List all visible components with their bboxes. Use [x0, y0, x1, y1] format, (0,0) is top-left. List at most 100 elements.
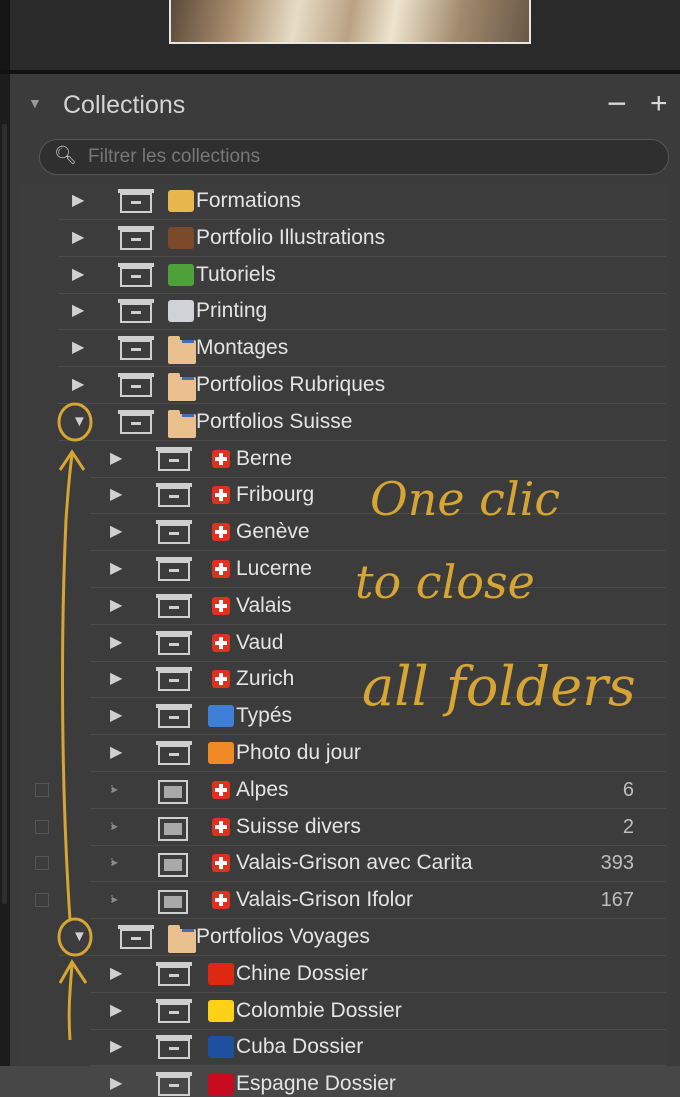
collapsed-disclosure-icon[interactable]: ▶ — [110, 596, 122, 616]
collection-label: Portfolios Voyages — [196, 925, 370, 948]
collection-set-row[interactable]: ▶ Cuba Dossier — [0, 1029, 680, 1066]
swiss-flag-icon — [212, 560, 230, 578]
target-checkbox[interactable] — [35, 783, 49, 797]
collection-set-row[interactable]: ▶ Portfolio Illustrations — [0, 220, 680, 257]
collection-set-row[interactable]: ▶ Valais — [0, 588, 680, 625]
collapsed-disclosure-icon[interactable]: ▶ — [110, 706, 122, 726]
remove-collection-button[interactable]: − — [607, 84, 627, 124]
collection-set-icon — [156, 667, 192, 691]
swiss-flag-icon — [212, 597, 230, 615]
collapsed-disclosure-icon[interactable]: ▶ — [110, 1074, 122, 1094]
collection-label: Alpes — [236, 778, 289, 801]
collapsed-disclosure-icon[interactable]: ▶ — [72, 265, 84, 285]
search-icon[interactable]: 🔍︎ — [54, 145, 77, 166]
collection-set-icon — [156, 594, 192, 618]
collections-header[interactable]: ▼ Collections − + — [10, 82, 680, 130]
target-checkbox[interactable] — [35, 893, 49, 907]
collapsed-disclosure-icon[interactable]: ▶ — [72, 301, 84, 321]
collapsed-disclosure-icon[interactable]: ▶ — [110, 559, 122, 579]
collection-set-row[interactable]: ▼ Portfolios Voyages — [0, 919, 680, 956]
collection-set-row[interactable]: ▶ Berne — [0, 441, 680, 478]
collection-set-row[interactable]: ▶ Formations — [0, 183, 680, 220]
collection-set-row[interactable]: ▶ Fribourg — [0, 477, 680, 514]
collection-set-row[interactable]: ▶ Portfolios Rubriques — [0, 367, 680, 404]
collection-label: Tutoriels — [196, 263, 276, 286]
collapsed-disclosure-icon[interactable]: ▶ — [72, 191, 84, 211]
add-collection-button[interactable]: + — [650, 84, 668, 124]
printer-icon — [168, 300, 194, 322]
smart-indicator-icon: ⁝▸ — [110, 819, 118, 833]
collection-label: Printing — [196, 299, 268, 322]
collection-label: Espagne Dossier — [236, 1072, 396, 1095]
collection-set-row[interactable]: ▶ Photo du jour — [0, 735, 680, 772]
swiss-flag-icon — [212, 634, 230, 652]
collection-set-row[interactable]: ▶ Genève — [0, 514, 680, 551]
collection-set-row[interactable]: ▶ Printing — [0, 293, 680, 330]
photo-count: 167 — [600, 889, 634, 911]
expanded-disclosure-icon[interactable]: ▼ — [72, 927, 87, 947]
collection-set-icon — [118, 189, 154, 213]
preview-thumbnail[interactable] — [169, 0, 531, 44]
collection-set-icon — [118, 226, 154, 250]
collection-set-row[interactable]: ▶ Zurich — [0, 661, 680, 698]
collection-set-icon — [118, 263, 154, 287]
panel-title: Collections — [63, 91, 186, 119]
collection-set-icon — [156, 447, 192, 471]
collapse-panel-icon[interactable]: ▼ — [28, 95, 42, 111]
collection-set-row[interactable]: ▶ Tutoriels — [0, 257, 680, 294]
collection-set-row[interactable]: ▶ Vaud — [0, 625, 680, 662]
preview-strip — [0, 0, 680, 70]
smart-collection-row[interactable]: ⁝▸ Valais-Grison avec Carita 393 — [0, 845, 680, 882]
collapsed-disclosure-icon[interactable]: ▶ — [110, 1037, 122, 1057]
collection-label: Colombie Dossier — [236, 999, 402, 1022]
collection-set-icon — [156, 962, 192, 986]
collection-set-icon — [118, 336, 154, 360]
smart-collection-row[interactable]: ⁝▸ Suisse divers 2 — [0, 809, 680, 846]
collection-set-icon — [118, 410, 154, 434]
swiss-flag-icon — [212, 450, 230, 468]
collection-set-row[interactable]: ▶ Colombie Dossier — [0, 993, 680, 1030]
collapsed-disclosure-icon[interactable]: ▶ — [72, 375, 84, 395]
collapsed-disclosure-icon[interactable]: ▶ — [110, 485, 122, 505]
collection-label: Valais — [236, 594, 292, 617]
expanded-disclosure-icon[interactable]: ▼ — [72, 412, 87, 432]
collection-set-row[interactable]: ▼ Portfolios Suisse — [0, 404, 680, 441]
collection-label: Cuba Dossier — [236, 1035, 364, 1058]
collection-set-icon — [156, 520, 192, 544]
collection-label: Vaud — [236, 631, 284, 654]
collection-set-icon — [156, 999, 192, 1023]
collection-label: Chine Dossier — [236, 962, 368, 985]
filter-collections-input[interactable] — [88, 144, 648, 170]
collection-set-row[interactable]: ▶ Lucerne — [0, 551, 680, 588]
collapsed-disclosure-icon[interactable]: ▶ — [110, 743, 122, 763]
collection-set-row[interactable]: ▶ Espagne Dossier — [0, 1066, 680, 1097]
swiss-flag-icon — [212, 523, 230, 541]
collection-label: Portfolios Rubriques — [196, 373, 386, 396]
target-checkbox[interactable] — [35, 820, 49, 834]
collection-set-icon — [156, 483, 192, 507]
collapsed-disclosure-icon[interactable]: ▶ — [110, 964, 122, 984]
collection-label: Valais-Grison Ifolor — [236, 888, 414, 911]
folder-icon — [168, 410, 196, 438]
photo-count: 393 — [600, 852, 634, 874]
collection-set-row[interactable]: ▶ Typés — [0, 698, 680, 735]
collapsed-disclosure-icon[interactable]: ▶ — [110, 669, 122, 689]
smart-collection-row[interactable]: ⁝▸ Valais-Grison Ifolor 167 — [0, 882, 680, 919]
collection-set-icon — [118, 373, 154, 397]
smart-collection-row[interactable]: ⁝▸ Alpes 6 — [0, 772, 680, 809]
collection-set-icon — [156, 1035, 192, 1059]
collapsed-disclosure-icon[interactable]: ▶ — [110, 633, 122, 653]
collapsed-disclosure-icon[interactable]: ▶ — [110, 449, 122, 469]
folder-icon — [168, 373, 196, 401]
smart-collection-icon — [158, 780, 188, 804]
collection-set-row[interactable]: ▶ Chine Dossier — [0, 956, 680, 993]
collapsed-disclosure-icon[interactable]: ▶ — [110, 1001, 122, 1021]
collapsed-disclosure-icon[interactable]: ▶ — [72, 228, 84, 248]
colombia-flag-icon — [208, 1000, 234, 1022]
collection-set-icon — [156, 704, 192, 728]
collection-set-row[interactable]: ▶ Montages — [0, 330, 680, 367]
collapsed-disclosure-icon[interactable]: ▶ — [110, 522, 122, 542]
collection-label: Typés — [236, 704, 293, 727]
collapsed-disclosure-icon[interactable]: ▶ — [72, 338, 84, 358]
target-checkbox[interactable] — [35, 856, 49, 870]
